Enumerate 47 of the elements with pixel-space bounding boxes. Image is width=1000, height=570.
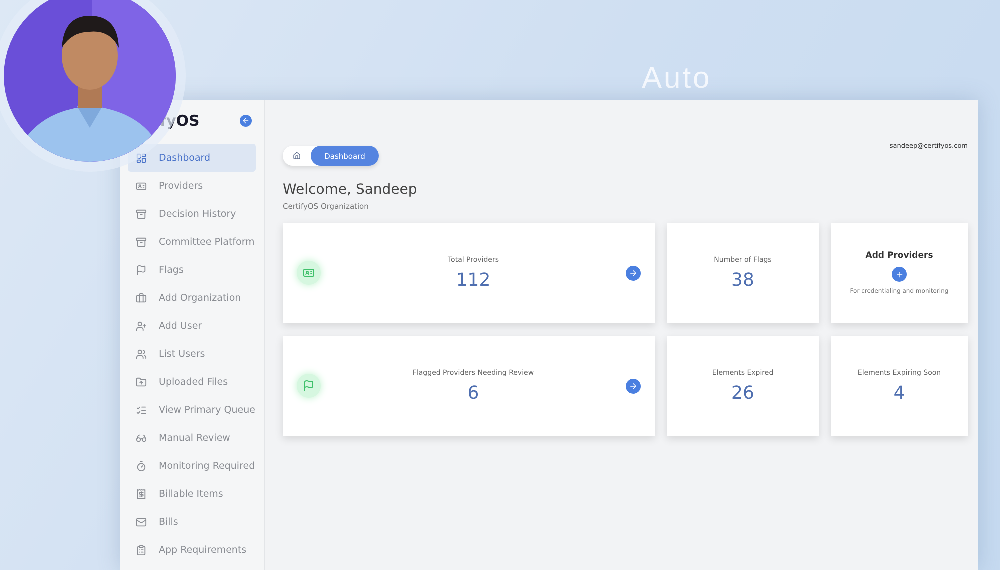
stat-value: 4 — [894, 382, 906, 404]
stat-value: 38 — [732, 270, 754, 290]
glasses-icon — [136, 432, 147, 444]
flag-icon — [297, 374, 321, 398]
receipt-icon — [136, 488, 147, 500]
sidebar-item[interactable]: Bills — [128, 508, 256, 536]
sidebar-item[interactable]: Add Organization — [128, 284, 256, 312]
sidebar-item[interactable]: App Requirements — [128, 536, 256, 564]
sidebar-item[interactable]: Flags — [128, 256, 256, 284]
sidebar-item[interactable]: List Users — [128, 340, 256, 368]
open-button[interactable] — [626, 378, 641, 394]
archive-icon — [136, 236, 147, 248]
id-card-icon — [136, 180, 147, 192]
sidebar-item[interactable]: Add User — [128, 312, 256, 340]
arrow-right-icon — [629, 382, 638, 390]
sidebar-item[interactable]: Dashboard — [128, 144, 256, 172]
home-icon — [293, 152, 301, 160]
arrow-right-icon — [629, 268, 638, 278]
flag-icon — [136, 264, 147, 276]
user-plus-icon — [136, 320, 147, 332]
stat-value: 26 — [732, 382, 754, 404]
briefcase-icon — [136, 292, 147, 304]
list-icon — [136, 404, 147, 416]
users-icon — [136, 348, 147, 360]
arrow-left-icon — [242, 117, 250, 125]
checklist-icon — [136, 544, 147, 556]
timer-icon — [136, 460, 147, 472]
open-button[interactable] — [626, 266, 641, 280]
sidebar-item[interactable]: Billable Items — [128, 480, 256, 508]
card-title: Add Providers — [866, 251, 934, 261]
collapse-button[interactable] — [240, 115, 252, 127]
plus-icon — [896, 270, 904, 278]
sidebar-item[interactable]: Providers — [128, 172, 256, 200]
folder-icon — [136, 376, 147, 388]
sidebar-item[interactable]: Committee Platform — [128, 228, 256, 256]
sidebar-item[interactable]: Monitoring Required — [128, 452, 256, 480]
mail-icon — [136, 516, 147, 528]
welcome-title: Welcome, Sandeep — [283, 182, 418, 198]
add-button[interactable] — [892, 267, 907, 282]
sidebar-item[interactable]: Decision History — [128, 200, 256, 228]
stat-value: 6 — [468, 382, 480, 404]
sidebar-item[interactable]: Manual Review — [128, 424, 256, 452]
sidebar-item[interactable]: View Primary Queue — [128, 396, 256, 424]
id-card-icon — [297, 261, 321, 285]
stat-value: 112 — [456, 270, 491, 290]
sidebar-item[interactable]: Uploaded Files — [128, 368, 256, 396]
archive-icon — [136, 208, 147, 220]
